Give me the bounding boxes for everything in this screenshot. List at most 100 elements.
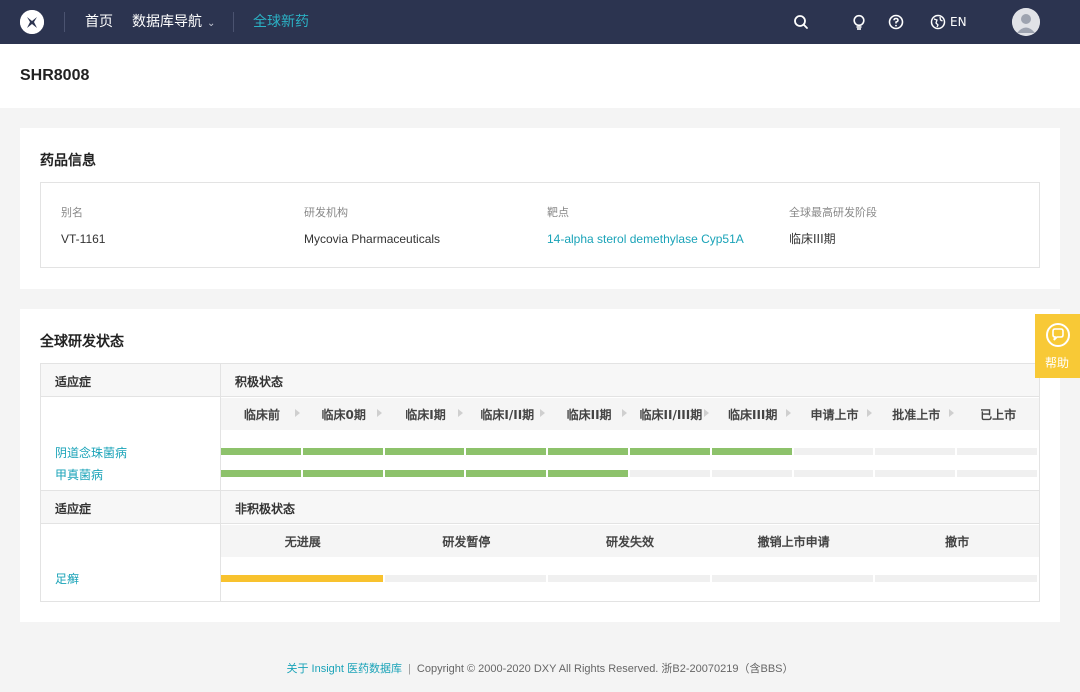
nav-home-link[interactable]: 首页 (85, 13, 113, 31)
search-icon[interactable] (792, 13, 810, 31)
progress-segment (221, 575, 383, 582)
bulb-icon[interactable] (850, 13, 868, 31)
progress-segment (384, 575, 547, 582)
footer-separator: | (408, 663, 411, 675)
progress-segment (302, 448, 383, 455)
field-label: 研发机构 (304, 206, 348, 219)
drug-info-title: 药品信息 (40, 153, 96, 169)
progress-segment (548, 575, 710, 582)
phase-label: 临床I期 (405, 407, 446, 422)
phase-label: 批准上市 (892, 407, 941, 422)
indication-header: 适应症 (55, 502, 92, 516)
inactive-status-label: 撤销上市申请 (757, 534, 830, 549)
chat-icon (1046, 323, 1070, 347)
title-bar: SHR8008 (0, 44, 1080, 108)
progress-segment (384, 448, 465, 455)
copyright-text: Copyright © 2000-2020 DXY All Rights Res… (416, 663, 794, 675)
progress-segment (221, 470, 301, 477)
inactive-status-label: 研发暂停 (442, 534, 491, 549)
phase-label: 临床II期 (566, 407, 612, 422)
nav-database-label: 数据库导航 (132, 14, 202, 30)
chevron-right-icon (458, 409, 464, 417)
progress-segment (466, 448, 547, 455)
progress-segment (875, 575, 1037, 582)
language-switch[interactable]: EN (930, 13, 967, 31)
inactive-status-label: 研发失效 (605, 534, 654, 549)
field-label: 靶点 (547, 206, 569, 219)
field-label: 别名 (61, 206, 83, 219)
chevron-right-icon (785, 409, 791, 417)
status-table: 适应症 积极状态 临床前 临床0期 临床I期 临床I/II期 临床II期 临床II/III… (40, 363, 1040, 602)
phase-label: 临床II/III期 (639, 407, 703, 422)
progress-segment (957, 448, 1037, 455)
nav-database-menu[interactable]: 数据库导航 ⌄ (132, 13, 215, 33)
page-title: SHR8008 (20, 67, 90, 84)
active-status-header: 积极状态 (235, 375, 284, 389)
progress-segment (711, 575, 874, 582)
inactive-header-row: 适应症 非积极状态 (41, 490, 1039, 524)
progress-segment (384, 470, 465, 477)
indication-link[interactable]: 足癣 (55, 570, 79, 587)
logo-icon[interactable] (20, 10, 44, 34)
chevron-right-icon (867, 409, 873, 417)
help-button[interactable]: 帮助 (1035, 314, 1080, 378)
nav-global-drugs-link[interactable]: 全球新药 (253, 13, 309, 31)
progress-segment (548, 448, 628, 455)
progress-segment (302, 470, 383, 477)
chevron-down-icon: ⌄ (207, 18, 216, 29)
progress-segment (548, 470, 628, 477)
inactive-status-header: 非积极状态 (235, 502, 296, 516)
field-label: 全球最高研发阶段 (789, 206, 877, 219)
progress-segment (793, 448, 874, 455)
indication-header: 适应症 (55, 375, 92, 389)
chevron-right-icon (622, 409, 627, 417)
column-divider (220, 364, 221, 601)
drug-info-card: 药品信息 别名 VT-1161 研发机构 Mycovia Pharmaceuti… (20, 128, 1060, 289)
progress-segment (957, 470, 1037, 477)
help-label: 帮助 (1045, 356, 1070, 370)
nav-divider (64, 12, 65, 32)
about-link[interactable]: 关于 Insight 医药数据库 (287, 663, 403, 675)
progress-segment (793, 470, 874, 477)
nav-divider (233, 12, 234, 32)
inactive-status-label: 无进展 (284, 534, 321, 549)
progress-segment (875, 448, 956, 455)
chevron-right-icon (294, 409, 300, 417)
phase-label: 临床III期 (727, 407, 778, 422)
progress-segment (221, 448, 301, 455)
highest-phase-field: 全球最高研发阶段 临床III期 (789, 206, 877, 246)
progress-segment (630, 448, 710, 455)
global-status-title: 全球研发状态 (40, 334, 124, 350)
field-value: VT-1161 (61, 232, 106, 246)
global-status-card: 全球研发状态 适应症 积极状态 临床前 临床0期 临床I期 临床I/II期 临床II期临… (20, 309, 1060, 622)
target-link[interactable]: 14-alpha sterol demethylase Cyp51A (547, 232, 744, 246)
inactive-status-label: 撤市 (945, 534, 970, 549)
top-nav: 首页 数据库导航 ⌄ 全球新药 EN (0, 0, 1080, 44)
alias-field: 别名 VT-1161 (61, 206, 105, 246)
footer: 关于 Insight 医药数据库 | Copyright © 2000-2020 D… (0, 660, 1080, 676)
chevron-right-icon (703, 409, 709, 417)
active-header-row: 适应症 积极状态 (41, 364, 1039, 397)
phase-header-row: 临床前 临床0期 临床I期 临床I/II期 临床II期 临床II/III期 临床III期 申请… (221, 398, 1039, 430)
drug-info-box: 别名 VT-1161 研发机构 Mycovia Pharmaceuticals … (40, 182, 1040, 268)
field-value: 临床III期 (789, 232, 836, 246)
progress-segment (466, 470, 547, 477)
inactive-status-row: 无进展 研发暂停 研发失效 撤销上市申请 撤市 (221, 525, 1039, 557)
indication-link[interactable]: 阴道念珠菌病 (55, 444, 127, 461)
avatar[interactable] (1012, 8, 1040, 36)
progress-segment (711, 448, 792, 455)
indication-link[interactable]: 甲真菌病 (55, 466, 103, 483)
phase-label: 临床0期 (321, 407, 366, 422)
globe-icon (930, 14, 946, 30)
phase-label: 临床前 (243, 407, 280, 422)
help-circle-icon[interactable] (887, 13, 905, 31)
phase-label: 已上市 (980, 407, 1017, 422)
target-field: 靶点 14-alpha sterol demethylase Cyp51A (547, 206, 744, 246)
progress-segment (630, 470, 710, 477)
organization-field: 研发机构 Mycovia Pharmaceuticals (304, 206, 440, 246)
language-label: EN (950, 15, 967, 29)
progress-segment (875, 470, 956, 477)
field-value: Mycovia Pharmaceuticals (304, 232, 441, 246)
phase-label: 临床I/II期 (480, 407, 535, 422)
phase-label: 申请上市 (810, 407, 859, 422)
